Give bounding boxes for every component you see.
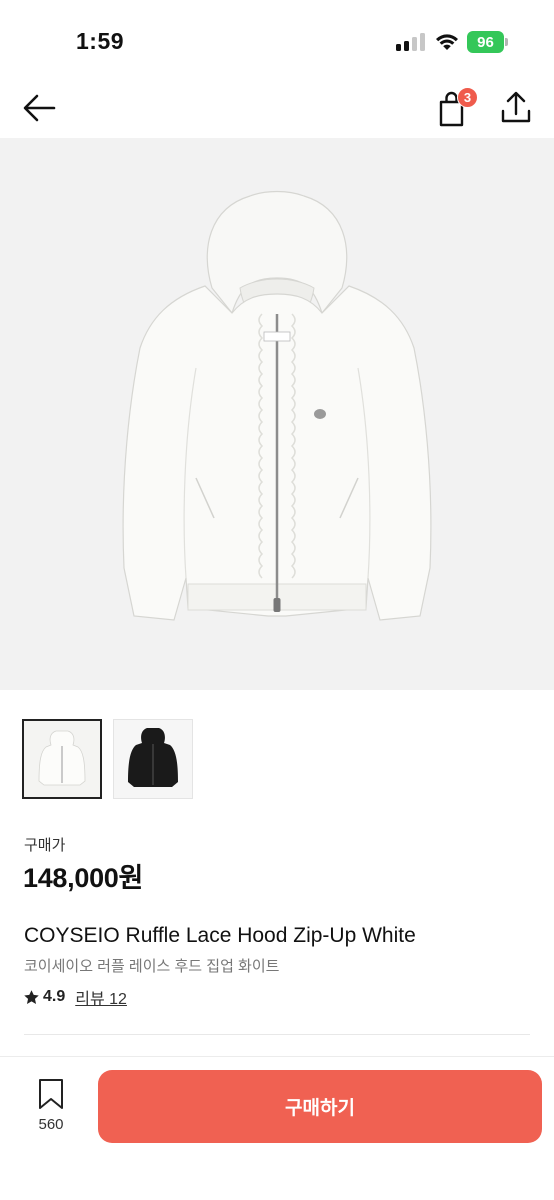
- battery-level: 96: [467, 31, 504, 53]
- star-icon: [24, 989, 39, 1004]
- product-price: 148,000원: [23, 863, 144, 893]
- cart-count-badge: 3: [457, 87, 478, 108]
- cellular-signal-icon: [396, 33, 426, 51]
- top-navigation: 3: [0, 78, 554, 138]
- hoodie-illustration: [122, 190, 432, 621]
- status-time: 1:59: [76, 28, 125, 54]
- rating-value: 4.9: [43, 988, 66, 1005]
- thumbnail-black[interactable]: [113, 719, 193, 799]
- share-icon: [501, 91, 531, 123]
- bottom-bar-divider: [0, 1056, 554, 1057]
- product-name-korean: 코이세이오 러플 레이스 후드 집업 화이트: [24, 958, 280, 975]
- buy-button[interactable]: 구매하기: [98, 1070, 542, 1143]
- thumbnail-list: [22, 719, 193, 799]
- white-hoodie-thumbnail-image: [24, 721, 100, 797]
- thumbnail-white[interactable]: [22, 719, 102, 799]
- product-detail-screen: 1:59 96 3 구매가 148,000원 COYSEIO Ruffle La…: [0, 0, 554, 1200]
- back-arrow-icon: [23, 94, 56, 122]
- bookmark-button[interactable]: 560: [26, 1078, 76, 1134]
- battery-icon: 96: [467, 31, 509, 53]
- black-hoodie-thumbnail-image: [114, 720, 192, 798]
- status-bar: 1:59 96: [0, 0, 554, 78]
- product-name-english: COYSEIO Ruffle Lace Hood Zip-Up White: [24, 924, 416, 947]
- product-main-image[interactable]: [0, 138, 554, 690]
- back-button[interactable]: [18, 88, 62, 128]
- wifi-icon: [436, 34, 458, 50]
- bookmark-count: 560: [38, 1116, 64, 1133]
- review-link[interactable]: 리뷰 12: [75, 985, 127, 1009]
- rating-row: 4.9 리뷰 12: [23, 986, 127, 1008]
- bookmark-icon: [39, 1079, 63, 1109]
- share-button[interactable]: [496, 88, 536, 128]
- divider: [24, 1034, 530, 1035]
- price-label: 구매가: [24, 837, 66, 854]
